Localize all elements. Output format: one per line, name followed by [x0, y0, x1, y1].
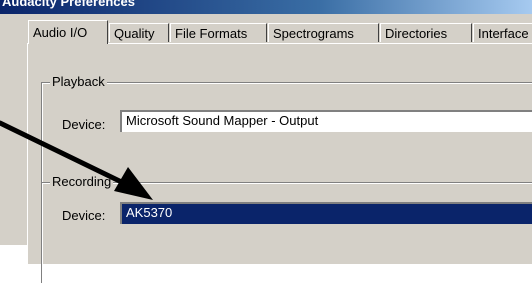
callout-arrow-icon — [0, 120, 153, 200]
